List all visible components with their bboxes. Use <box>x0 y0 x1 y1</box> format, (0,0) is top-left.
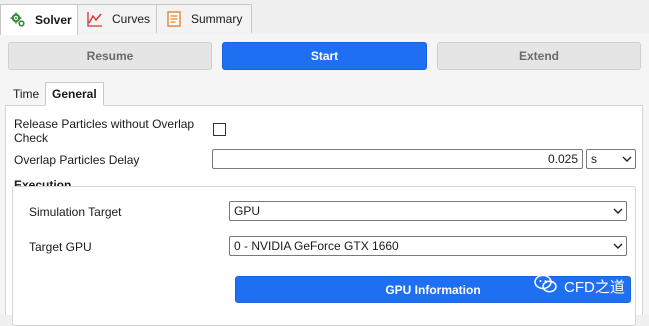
watermark-text: CFD之道 <box>564 278 625 296</box>
gears-icon <box>9 11 27 29</box>
tab-solver-label: Solver <box>35 13 72 27</box>
start-button[interactable]: Start <box>222 42 427 70</box>
simulation-target-label: Simulation Target <box>29 205 122 219</box>
tab-summary[interactable]: Summary <box>156 4 252 33</box>
simulation-target-select[interactable]: GPU <box>229 201 627 221</box>
release-particles-label: Release Particles without Overlap Check <box>14 117 195 145</box>
execution-group: Simulation Target GPU Target GPU 0 - NVI… <box>12 186 636 326</box>
extend-button[interactable]: Extend <box>437 42 641 70</box>
top-tab-bar: Solver Curves Summary <box>0 0 649 35</box>
chevron-down-icon <box>610 243 626 249</box>
line-chart-icon <box>86 10 104 28</box>
overlap-delay-value: 0.025 <box>547 152 578 166</box>
tab-summary-label: Summary <box>191 12 243 26</box>
tab-general[interactable]: General <box>45 82 104 106</box>
target-gpu-label: Target GPU <box>29 240 92 254</box>
target-gpu-select[interactable]: 0 - NVIDIA GeForce GTX 1660 <box>229 236 627 256</box>
release-particles-checkbox[interactable] <box>213 123 226 136</box>
target-gpu-value: 0 - NVIDIA GeForce GTX 1660 <box>234 239 399 253</box>
overlap-delay-unit-select[interactable]: s <box>586 149 636 169</box>
watermark: CFD之道 <box>534 273 625 299</box>
overlap-delay-input[interactable]: 0.025 <box>212 149 583 169</box>
tab-time[interactable]: Time <box>6 82 46 106</box>
tab-solver[interactable]: Solver <box>0 4 78 35</box>
tab-curves[interactable]: Curves <box>77 4 157 33</box>
document-icon <box>165 10 183 28</box>
chevron-down-icon <box>610 208 626 214</box>
wechat-icon <box>534 274 558 298</box>
overlap-delay-unit: s <box>591 152 597 166</box>
resume-button[interactable]: Resume <box>8 42 212 70</box>
chevron-down-icon <box>619 156 635 162</box>
simulation-target-value: GPU <box>234 204 261 218</box>
overlap-delay-label: Overlap Particles Delay <box>14 153 140 167</box>
tab-curves-label: Curves <box>112 12 151 26</box>
